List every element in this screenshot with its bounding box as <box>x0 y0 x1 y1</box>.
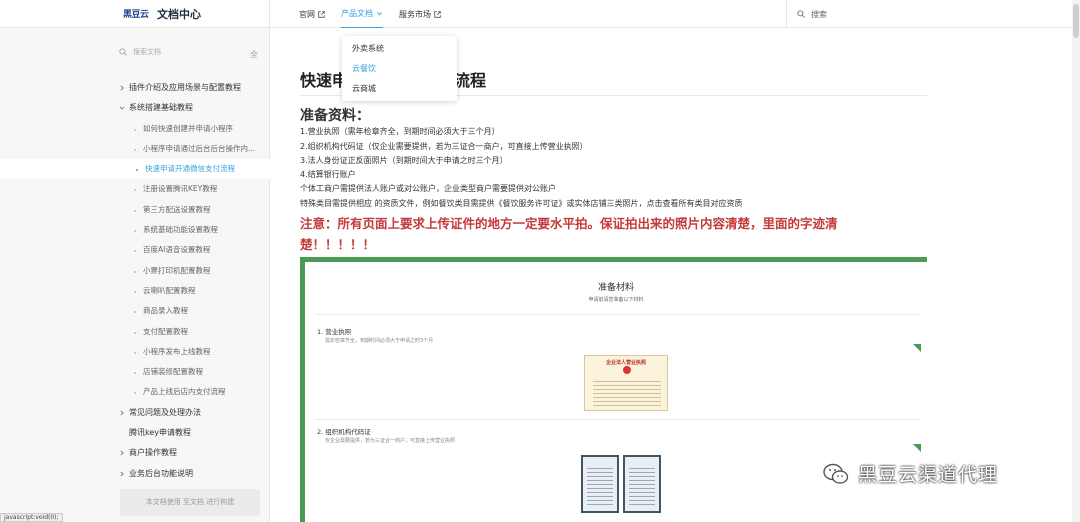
scrollbar-thumb[interactable] <box>1073 4 1079 38</box>
image-divider <box>315 419 920 420</box>
search-icon <box>797 10 805 18</box>
paragraph: 1.营业执照（需年检章齐全，到期时间必须大于三个月） <box>300 127 500 136</box>
sidebar-subitem[interactable]: 注册设置腾讯KEY教程 <box>0 179 270 199</box>
sidebar-search-all[interactable]: 全 <box>250 49 258 60</box>
image-divider <box>315 314 920 315</box>
top-nav: 官网 产品文档 服务市场 <box>299 0 457 28</box>
sidebar-menu: 插件介绍及应用场景与配置教程 系统搭建基础教程 如何快速创建并申请小程序 小程序… <box>0 78 270 484</box>
sidebar-subitem[interactable]: 支付配置教程 <box>0 322 270 342</box>
sidebar-subitem[interactable]: 小程序发布上线教程 <box>0 342 270 362</box>
dropdown-item-catering[interactable]: 云餐饮 <box>342 59 457 79</box>
image-item-desc: 需年检章齐全，到期时间必须大于申请之时3个月 <box>325 338 434 344</box>
sidebar-item[interactable]: 业务后台功能说明 <box>0 464 270 484</box>
sidebar-subitem[interactable]: 系统基础功能设置教程 <box>0 220 270 240</box>
external-link-icon <box>434 10 441 18</box>
nav-official-site[interactable]: 官网 <box>299 0 325 28</box>
image-title: 准备材料 <box>597 283 634 293</box>
corner-marker <box>913 444 921 452</box>
image-item-title: 2. 组织机构代码证 <box>317 428 371 436</box>
paragraph-with-link[interactable]: 特殊类目需提供相应 的资质文件，例如餐饮类目需提供《餐饮服务许可证》或实体店铺三… <box>300 198 743 209</box>
nav-product-docs[interactable]: 产品文档 <box>341 0 383 28</box>
sidebar-search-placeholder: 搜索文档 <box>133 48 161 56</box>
sidebar-item[interactable]: 常见问题及处理办法 <box>0 403 270 423</box>
chevron-right-icon <box>120 85 124 91</box>
chevron-right-icon <box>120 410 124 416</box>
chevron-down-icon <box>377 12 382 16</box>
sidebar-subitem[interactable]: 小票打印机配置教程 <box>0 261 270 281</box>
card-text-lines <box>587 465 613 505</box>
corner-marker <box>913 344 921 352</box>
sidebar-subitem[interactable]: 如何快速创建并申请小程序 <box>0 119 270 139</box>
dropdown-item-takeout[interactable]: 外卖系统 <box>342 39 457 59</box>
sidebar-subitem[interactable]: 商品录入教程 <box>0 301 270 321</box>
wechat-icon <box>823 463 849 484</box>
paragraph: 2.组织机构代码证（仅企业需要提供，若为三证合一商户，可直接上传营业执照） <box>300 142 588 151</box>
sidebar-item[interactable]: 腾讯key申请教程 <box>0 423 270 443</box>
nav-service-market[interactable]: 服务市场 <box>399 0 441 28</box>
warning-text: 注意：所有页面上要求上传证件的地方一定要水平拍。保证拍出来的照片内容清楚，里面的… <box>300 216 838 252</box>
image-item-desc: 仅企业需要提供，若为三证合一商户，可直接上传营业执照 <box>325 438 456 444</box>
sidebar-item[interactable]: 插件介绍及应用场景与配置教程 <box>0 78 270 98</box>
sidebar-subitem[interactable]: 小程序申请通过后台后台操作内... <box>0 139 270 159</box>
top-search-placeholder: 搜索 <box>811 9 827 19</box>
paragraph: 个体工商户需提供法人账户或对公账户，企业类型商户需要提供对公账户 <box>300 184 556 193</box>
section-heading: 准备资料： <box>300 108 370 124</box>
watermark-text: 黑豆云渠道代理 <box>858 464 999 486</box>
sidebar-item[interactable]: 系统搭建基础教程 <box>0 98 270 118</box>
external-link-icon <box>318 10 325 18</box>
sidebar-subitem-current[interactable]: 快速申请开通微信支付流程 <box>0 159 270 180</box>
page-scrollbar[interactable] <box>1072 0 1080 522</box>
license-heading: 企业法人营业执照 <box>605 360 646 366</box>
chevron-down-icon <box>119 106 125 111</box>
sidebar-search[interactable]: 搜索文档 <box>119 44 261 60</box>
license-text-lines <box>593 378 661 406</box>
paragraph: 4.结算银行账户 <box>300 170 356 179</box>
chevron-right-icon <box>120 450 124 456</box>
card-text-lines <box>629 465 655 505</box>
sidebar-subitem[interactable]: 产品上线后店内支付流程 <box>0 382 270 402</box>
sidebar: 搜索文档 全 插件介绍及应用场景与配置教程 系统搭建基础教程 如何快速创建并申请… <box>0 28 270 522</box>
site-title: 文档中心 <box>157 8 201 21</box>
sidebar-subitem[interactable]: 云喇叭配置教程 <box>0 281 270 301</box>
logo: 黑豆云 <box>123 10 149 20</box>
logo-area[interactable]: 黑豆云 文档中心 <box>0 0 270 28</box>
sidebar-subitem[interactable]: 店铺装修配置教程 <box>0 362 270 382</box>
dropdown-item-mall[interactable]: 云商城 <box>342 79 457 99</box>
sidebar-item[interactable]: 商户操作教程 <box>0 443 270 463</box>
sidebar-subitem[interactable]: 第三方配送设置教程 <box>0 200 270 220</box>
org-code-card-image <box>581 455 619 513</box>
business-license-image: 企业法人营业执照 <box>584 355 668 411</box>
image-item-title: 1. 营业执照 <box>317 328 352 336</box>
sidebar-footer: 本文档使用 至文档 进行构建 <box>120 489 260 516</box>
top-search[interactable]: 搜索 <box>786 0 1080 28</box>
search-icon <box>119 48 127 56</box>
emblem-icon <box>623 366 631 374</box>
top-bar: 黑豆云 文档中心 官网 产品文档 服务市场 搜索 <box>0 0 1080 28</box>
watermark: 黑豆云渠道代理 <box>822 460 998 487</box>
sidebar-subitem[interactable]: 百度AI语音设置教程 <box>0 240 270 260</box>
status-bar-url: javascript:void(0); <box>0 513 63 522</box>
org-code-card-image <box>623 455 661 513</box>
image-subtitle: 申请前请您准备以下材料 <box>588 297 644 303</box>
chevron-right-icon <box>120 471 124 477</box>
paragraph: 3.法人身份证正反面照片（到期时间大于申请之时三个月） <box>300 156 508 165</box>
product-docs-dropdown: 外卖系统 云餐饮 云商城 <box>342 36 457 101</box>
